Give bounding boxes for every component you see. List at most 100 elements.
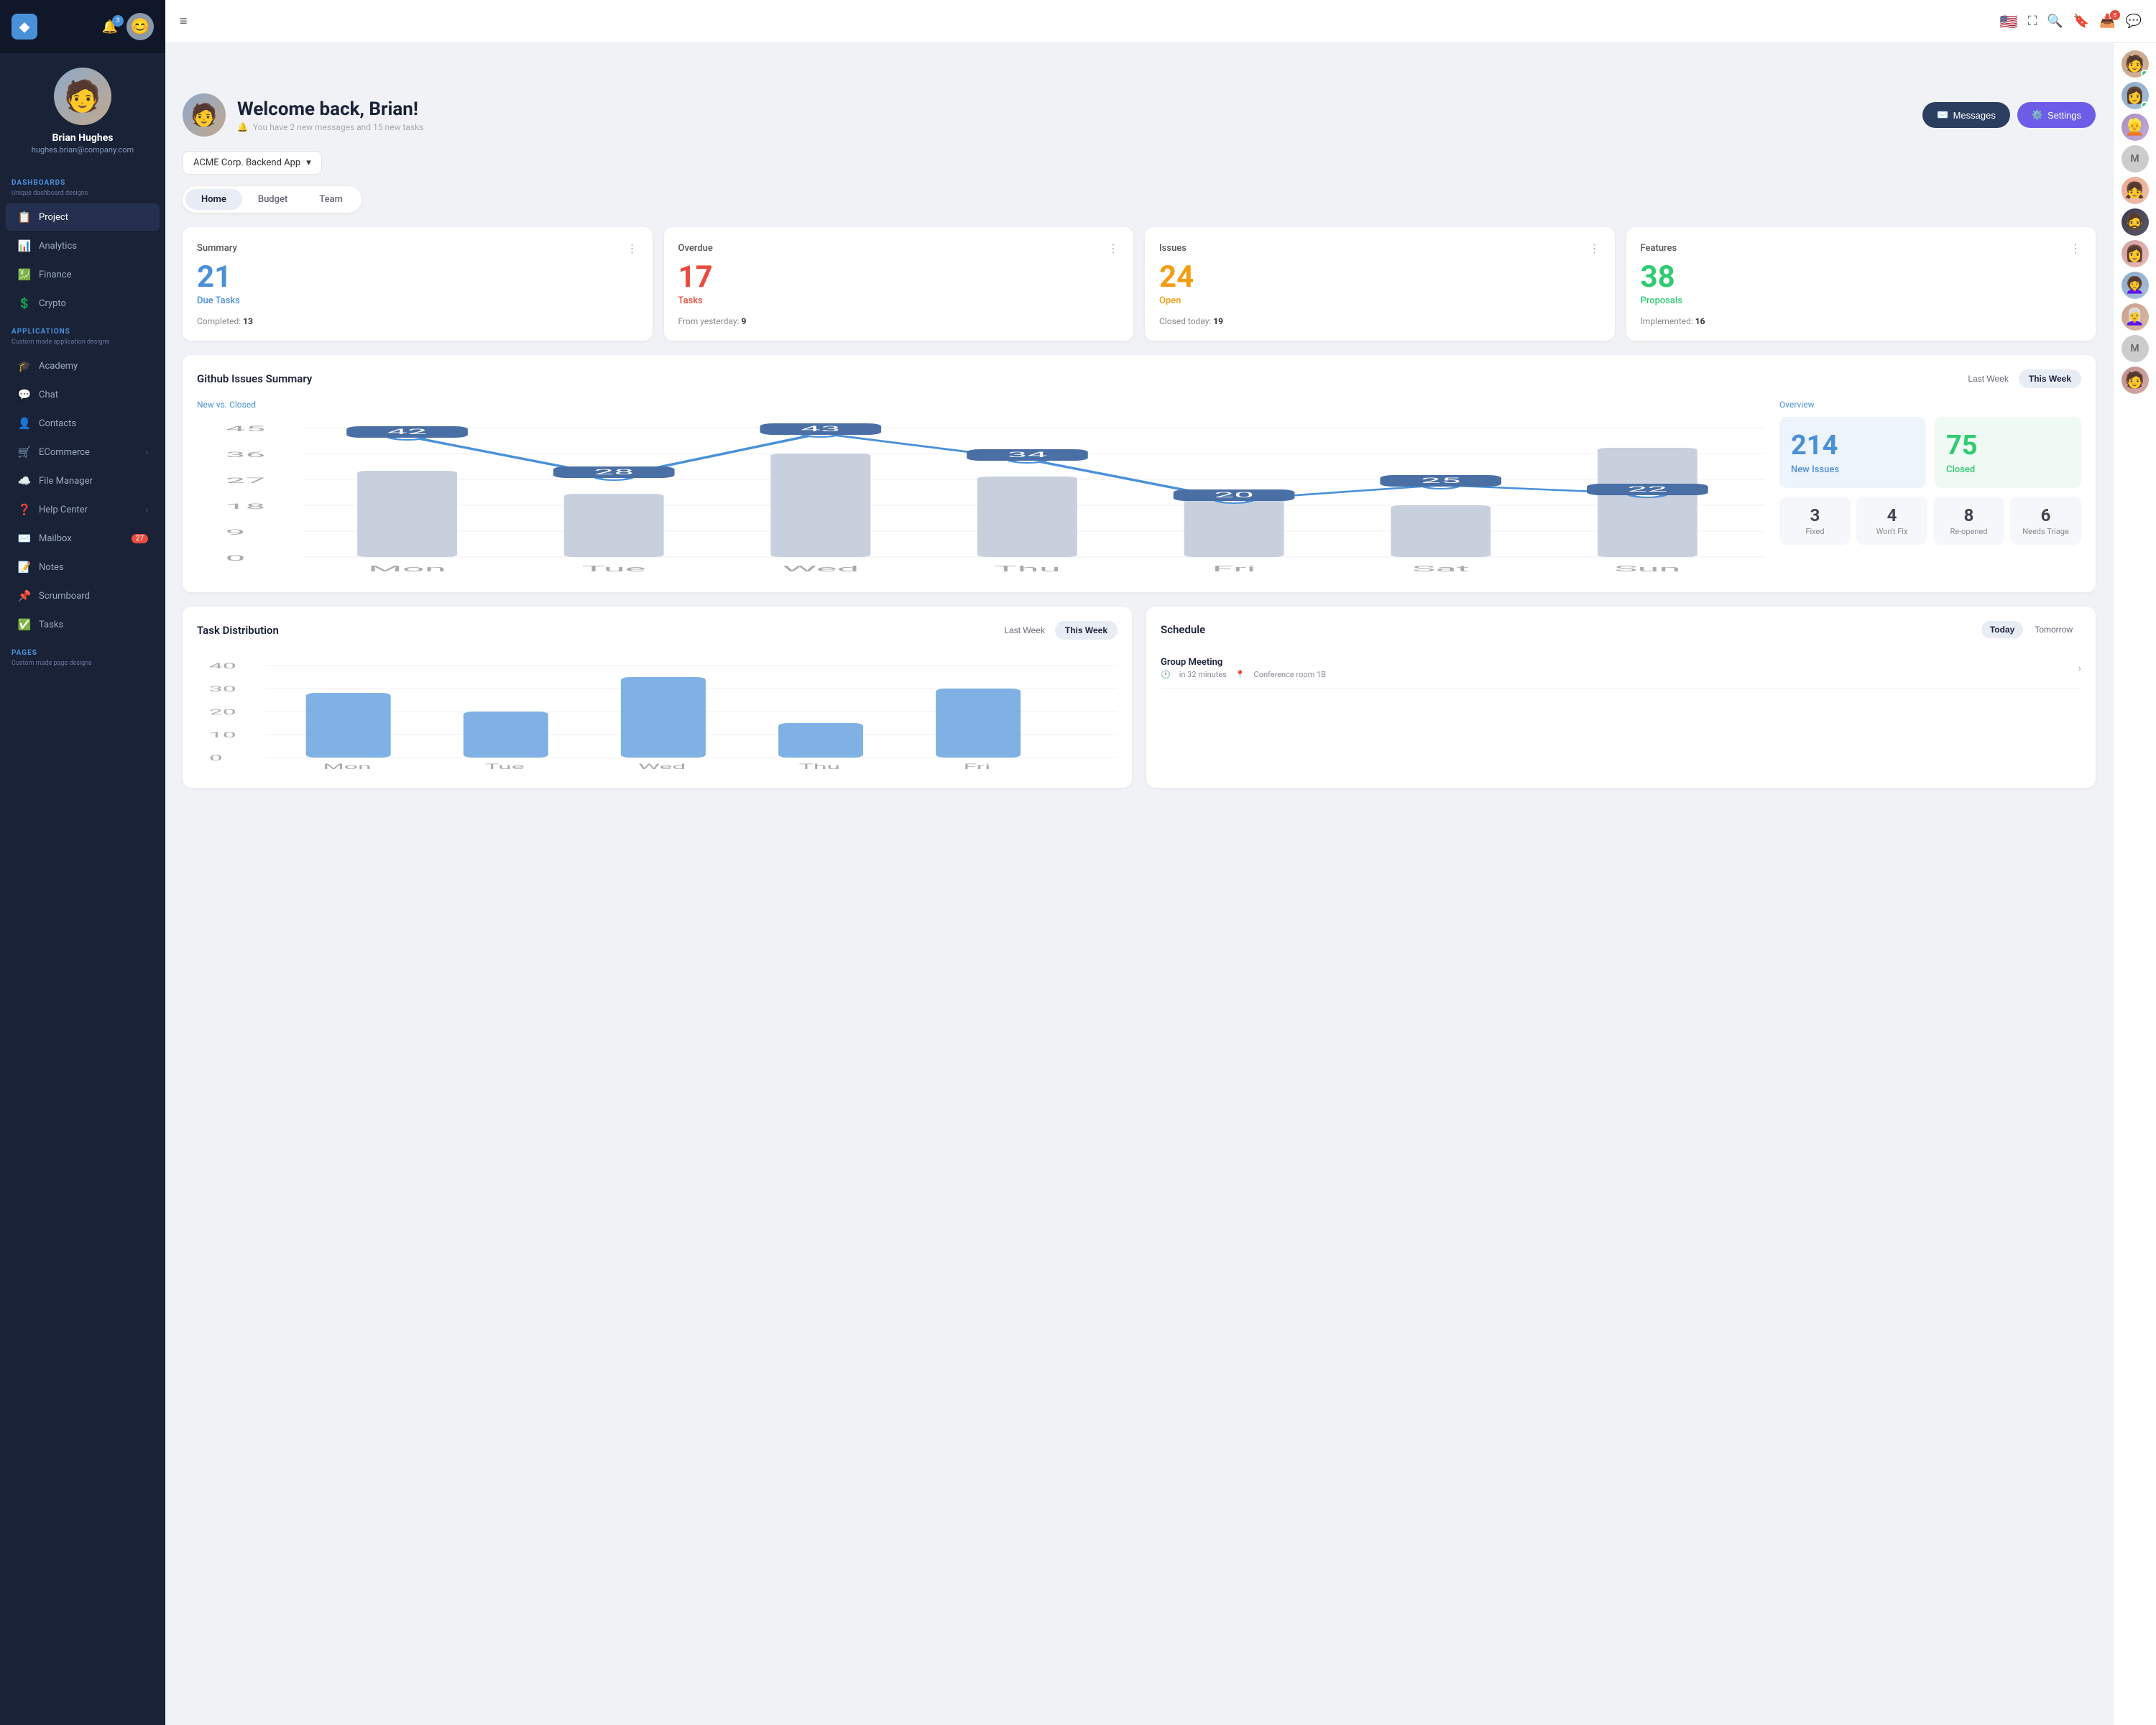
sidebar-item-ecommerce[interactable]: 🛒 ECommerce › <box>6 438 160 466</box>
schedule-tomorrow-btn[interactable]: Tomorrow <box>2026 621 2081 638</box>
chat-button[interactable]: 💬 <box>2126 14 2142 29</box>
app-logo[interactable]: ◆ <box>11 14 37 40</box>
right-avatar-8[interactable]: 👩‍🦱 <box>2122 272 2149 299</box>
user-avatar-top[interactable]: 😊 <box>126 13 154 40</box>
fullscreen-button[interactable]: ⛶ <box>2028 14 2037 29</box>
sidebar-item-label-contacts: Contacts <box>39 418 76 429</box>
svg-text:30: 30 <box>209 685 236 694</box>
right-avatar-5[interactable]: 👧 <box>2122 177 2149 204</box>
stat-menu-overdue[interactable]: ⋮ <box>1107 242 1119 255</box>
tab-team[interactable]: Team <box>303 189 359 210</box>
hamburger-button[interactable]: ≡ <box>180 14 188 29</box>
sidebar-item-academy[interactable]: 🎓 Academy <box>6 352 160 380</box>
svg-text:Wed: Wed <box>782 564 859 574</box>
stat-card-header-features: Features ⋮ <box>1641 242 2082 255</box>
sidebar-item-notes[interactable]: 📝 Notes <box>6 553 160 581</box>
github-last-week-btn[interactable]: Last Week <box>1958 369 2018 388</box>
welcome-avatar: 🧑 <box>183 93 226 137</box>
svg-text:40: 40 <box>209 662 236 671</box>
sidebar-item-tasks[interactable]: ✅ Tasks <box>6 611 160 638</box>
notification-button[interactable]: 🔔 3 <box>102 19 118 34</box>
ecommerce-arrow: › <box>146 448 148 457</box>
svg-text:Thu: Thu <box>799 763 840 770</box>
sidebar-item-project[interactable]: 📋 Project <box>6 203 160 231</box>
stat-menu-features[interactable]: ⋮ <box>2070 242 2081 255</box>
inbox-badge: 5 <box>2110 10 2120 20</box>
project-selector[interactable]: ACME Corp. Backend App ▾ <box>183 151 322 175</box>
sidebar-item-label-helpcenter: Help Center <box>39 505 88 515</box>
bell-icon: 🔔 <box>237 122 248 132</box>
right-avatar-7[interactable]: 👩 <box>2122 240 2149 267</box>
github-this-week-btn[interactable]: This Week <box>2019 369 2081 388</box>
sidebar-item-finance[interactable]: 💹 Finance <box>6 261 160 288</box>
dashboards-sublabel: Unique dashboard designs <box>0 190 165 203</box>
svg-text:Tue: Tue <box>485 763 525 770</box>
mailbox-icon: ✉️ <box>17 532 32 545</box>
right-avatar-6[interactable]: 🧔 <box>2122 208 2149 236</box>
github-chart-svg: 45 36 27 18 9 0 <box>197 417 1765 575</box>
welcome-text: Welcome back, Brian! 🔔 You have 2 new me… <box>237 98 423 132</box>
crypto-icon: 💲 <box>17 297 32 310</box>
right-avatar-10[interactable]: M <box>2122 335 2149 362</box>
svg-text:Fri: Fri <box>964 763 991 770</box>
stat-card-header-overdue: Overdue ⋮ <box>678 242 1120 255</box>
github-issues-card: Github Issues Summary Last Week This Wee… <box>183 355 2096 592</box>
stat-footer-features: Implemented: 16 <box>1641 316 2082 326</box>
messages-button[interactable]: ✉️ Messages <box>1922 102 2009 128</box>
main-content: 🧑 Welcome back, Brian! 🔔 You have 2 new … <box>165 43 2113 1725</box>
schedule-item-arrow[interactable]: › <box>2078 663 2081 674</box>
right-avatar-4[interactable]: M <box>2122 145 2149 172</box>
sidebar-item-mailbox[interactable]: ✉️ Mailbox 27 <box>6 525 160 552</box>
right-avatar-2[interactable]: 👩 <box>2122 82 2149 109</box>
task-dist-last-week-btn[interactable]: Last Week <box>994 621 1054 640</box>
profile-email: hughes.brian@company.com <box>11 145 154 155</box>
right-avatar-11[interactable]: 🧑 <box>2122 367 2149 394</box>
task-dist-header: Task Distribution Last Week This Week <box>197 621 1118 640</box>
search-button[interactable]: 🔍 <box>2047 14 2063 29</box>
svg-text:34: 34 <box>1008 451 1048 459</box>
sidebar-item-contacts[interactable]: 👤 Contacts <box>6 410 160 437</box>
sidebar-item-chat[interactable]: 💬 Chat <box>6 381 160 408</box>
svg-text:28: 28 <box>594 468 634 477</box>
stat-card-features: Features ⋮ 38 Proposals Implemented: 16 <box>1626 227 2096 341</box>
sidebar-item-filemanager[interactable]: ☁️ File Manager <box>6 467 160 494</box>
sidebar-profile: 🧑 Brian Hughes hughes.brian@company.com <box>0 53 165 169</box>
tab-budget[interactable]: Budget <box>242 189 303 210</box>
analytics-icon: 📊 <box>17 239 32 252</box>
sidebar-item-crypto[interactable]: 💲 Crypto <box>6 290 160 317</box>
sidebar-item-label-chat: Chat <box>39 390 58 400</box>
sidebar-item-analytics[interactable]: 📊 Analytics <box>6 232 160 259</box>
overview-top: 214 New Issues 75 Closed <box>1779 417 2081 488</box>
settings-button[interactable]: ⚙️ Settings <box>2017 102 2096 128</box>
task-dist-week-toggle: Last Week This Week <box>994 621 1118 640</box>
schedule-item-title: Group Meeting <box>1161 657 1326 668</box>
sidebar-header-icons: 🔔 3 😊 <box>102 13 154 40</box>
svg-text:43: 43 <box>801 425 841 433</box>
stat-menu-issues[interactable]: ⋮ <box>1589 242 1600 255</box>
github-issues-body: New vs. Closed 45 36 27 18 9 0 <box>197 400 2081 578</box>
right-avatar-3[interactable]: 👱 <box>2122 114 2149 141</box>
svg-text:Tue: Tue <box>582 564 646 574</box>
sidebar-item-helpcenter[interactable]: ❓ Help Center › <box>6 496 160 523</box>
right-avatar-9[interactable]: 👩‍🦳 <box>2122 303 2149 331</box>
stat-menu-summary[interactable]: ⋮ <box>627 242 638 255</box>
notification-badge: 3 <box>112 15 124 27</box>
sidebar-item-scrumboard[interactable]: 📌 Scrumboard <box>6 582 160 610</box>
mini-label-reopened: Re-opened <box>1939 527 1999 536</box>
flag-icon[interactable]: 🇺🇸 <box>2000 13 2018 30</box>
scrumboard-icon: 📌 <box>17 589 32 602</box>
stat-label-features: Proposals <box>1641 295 2082 306</box>
bookmark-button[interactable]: 🔖 <box>2073 14 2089 29</box>
right-avatar-1[interactable]: 🧑 <box>2122 50 2149 78</box>
task-dist-this-week-btn[interactable]: This Week <box>1055 621 1118 640</box>
mini-number-fixed: 3 <box>1785 505 1845 525</box>
stat-card-issues: Issues ⋮ 24 Open Closed today: 19 <box>1145 227 1615 341</box>
helpcenter-icon: ❓ <box>17 503 32 516</box>
schedule-title: Schedule <box>1161 623 1205 636</box>
schedule-today-btn[interactable]: Today <box>1981 621 2023 638</box>
filemanager-icon: ☁️ <box>17 474 32 487</box>
gear-icon: ⚙️ <box>2032 109 2043 121</box>
inbox-button[interactable]: 📥 5 <box>2099 14 2115 29</box>
finance-icon: 💹 <box>17 268 32 281</box>
tab-home[interactable]: Home <box>185 189 242 210</box>
